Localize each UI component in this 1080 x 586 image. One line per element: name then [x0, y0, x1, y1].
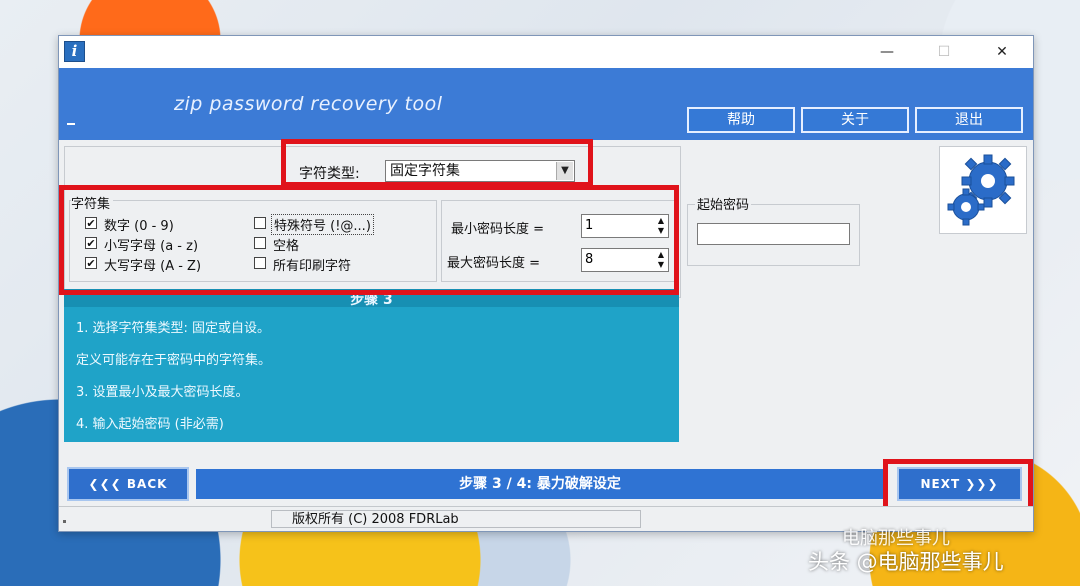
start-password-label: 起始密码	[695, 194, 752, 213]
close-button[interactable]: ✕	[979, 36, 1025, 68]
about-button[interactable]: 关于	[801, 107, 909, 133]
step-line-2: 定义可能存在于密码中的字符集。	[76, 353, 272, 368]
minimize-button[interactable]: —	[864, 36, 910, 68]
banner-mark	[67, 123, 75, 125]
highlight-charset-type	[281, 139, 593, 187]
maximize-button[interactable]: ☐	[921, 36, 967, 68]
watermark-small: 电脑那些事儿	[842, 524, 992, 549]
step-line-3: 3. 设置最小及最大密码长度。	[76, 385, 249, 400]
watermark: 头条 @电脑那些事儿	[808, 546, 1004, 576]
back-arrows-icon: ❮❮❮	[88, 477, 122, 491]
highlight-charset-and-length	[59, 185, 679, 295]
back-label: BACK	[126, 477, 168, 491]
copyright-text: 版权所有 (C) 2008 FDRLab	[271, 510, 641, 528]
exit-button[interactable]: 退出	[915, 107, 1023, 133]
title-bar: i — ☐ ✕	[59, 36, 1033, 68]
step-line-4: 4. 输入起始密码 (非必需)	[76, 417, 224, 432]
gears-image	[939, 146, 1027, 234]
gears-icon	[947, 154, 1015, 226]
back-button[interactable]: ❮❮❮ BACK	[67, 467, 189, 501]
watermark-text: 头条 @电脑那些事儿	[808, 550, 1004, 574]
start-password-input[interactable]	[697, 223, 850, 245]
app-info-icon[interactable]: i	[64, 41, 85, 62]
status-dot	[63, 520, 66, 523]
help-button[interactable]: 帮助	[687, 107, 795, 133]
app-window: i — ☐ ✕ zip password recovery tool 帮助 关于…	[58, 35, 1034, 532]
app-title: zip password recovery tool	[174, 93, 443, 115]
progress-label: 步骤 3 / 4: 暴力破解设定	[196, 469, 884, 499]
step-line-1: 1. 选择字符集类型: 固定或自设。	[76, 321, 271, 336]
steps-panel: 步骤 3 1. 选择字符集类型: 固定或自设。 定义可能存在于密码中的字符集。 …	[64, 289, 679, 442]
